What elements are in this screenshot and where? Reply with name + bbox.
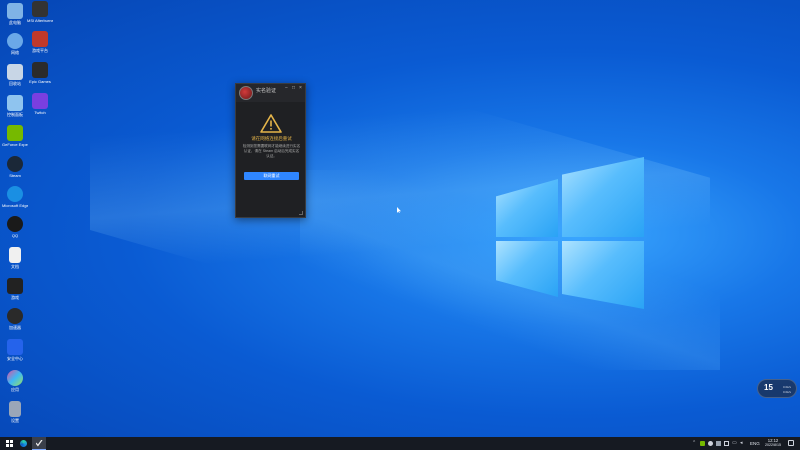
desktop-icon-game-platform[interactable]: 游戏平台 xyxy=(27,31,53,53)
resize-grip[interactable] xyxy=(299,211,303,215)
mouse-cursor xyxy=(397,207,401,213)
edge-icon xyxy=(19,440,27,447)
dialog-title-bar[interactable]: 实名验证 − □ × xyxy=(236,84,305,102)
desktop-icon-label: 网络 xyxy=(11,50,19,55)
maximize-icon[interactable]: □ xyxy=(292,86,295,91)
desktop-icon-label: 设置 xyxy=(11,418,19,423)
chevron-up-icon[interactable]: ⌃ xyxy=(692,441,697,446)
app-tray-icon[interactable] xyxy=(716,441,721,446)
widget-number: 15 xyxy=(764,383,773,392)
control-panel-icon xyxy=(7,95,23,111)
windows-logo-pane xyxy=(562,157,644,237)
clock-date[interactable]: 2022/8/15 xyxy=(762,443,784,448)
windows-logo-pane xyxy=(496,241,558,297)
desktop-icon-network[interactable]: 网络 xyxy=(2,33,28,55)
desktop-icon-document[interactable]: 文档 xyxy=(2,247,28,269)
input-method-indicator[interactable]: ENG xyxy=(750,441,760,446)
desktop-icon-label: Microsoft Edge xyxy=(2,203,28,208)
app-check-icon xyxy=(35,439,43,447)
notification-icon[interactable] xyxy=(788,440,794,446)
widget-upload-speed: 0.0k/s xyxy=(783,385,792,389)
warning-icon xyxy=(260,114,282,133)
dialog-message: 检测到您需要联网才能继续进行实名认证，请在 Steam 启动后完成实名认证。 xyxy=(242,144,301,159)
windows-logo xyxy=(496,157,644,309)
widget-download-speed: 0.0k/s xyxy=(783,390,792,394)
windows-logo-pane xyxy=(496,179,558,237)
desktop-icon-label: GeForce Experience xyxy=(2,142,28,147)
nvidia-icon xyxy=(7,125,23,141)
colorful-app-icon xyxy=(7,370,23,386)
accelerator-icon xyxy=(7,308,23,324)
afterburner-icon xyxy=(32,1,48,17)
nvidia-tray-icon[interactable] xyxy=(700,441,705,446)
desktop-icon-accelerator[interactable]: 加速器 xyxy=(2,308,28,330)
desktop-icon-security[interactable]: 安全中心 xyxy=(2,339,28,361)
network-speed-widget[interactable]: 15 0.0k/s 0.0k/s xyxy=(757,379,797,398)
retry-button[interactable]: 联网重试 xyxy=(244,172,299,180)
desktop-icon-geforce[interactable]: GeForce Experience xyxy=(2,125,28,147)
computer-icon xyxy=(7,3,23,19)
desktop-icon-steam[interactable]: Steam xyxy=(2,156,28,178)
dialog-heading: 请在网络连接后重试 xyxy=(251,136,292,141)
desktop-icon-label: 安全中心 xyxy=(7,356,23,361)
verification-dialog: 实名验证 − □ × 请在网络连接后重试 检测到您需要联网才能继续进行实名认证，… xyxy=(235,83,306,218)
desktop-icon-afterburner[interactable]: MSI Afterburner xyxy=(27,1,53,23)
network-icon xyxy=(7,33,23,49)
desktop-icon-label: Twitch xyxy=(34,110,46,115)
desktop-icon-label: Steam xyxy=(9,173,21,178)
settings-app-icon xyxy=(9,401,21,417)
taskbar-edge[interactable] xyxy=(17,437,29,450)
recycle-bin-icon xyxy=(7,64,23,80)
game-platform-icon xyxy=(32,31,48,47)
battery-icon[interactable]: ▭ xyxy=(732,441,737,446)
steam-tray-icon[interactable] xyxy=(708,441,713,446)
desktop-icon-app[interactable]: 应用 xyxy=(2,370,28,392)
game-icon xyxy=(7,278,23,294)
taskbar-active-app[interactable] xyxy=(32,437,46,450)
desktop-icon-label: 此电脑 xyxy=(9,20,21,25)
epic-icon xyxy=(32,62,48,78)
desktop-icon-epic[interactable]: Epic Games xyxy=(27,62,53,84)
desktop-icon-label: 回收站 xyxy=(9,81,21,86)
desktop-icon-label: 控制面板 xyxy=(7,112,23,117)
desktop-icon-label: QQ xyxy=(11,233,19,238)
desktop-icon-game[interactable]: 游戏 xyxy=(2,278,28,300)
close-icon[interactable]: × xyxy=(299,86,302,91)
document-icon xyxy=(9,247,21,263)
desktop-icon-label: 加速器 xyxy=(9,325,21,330)
desktop-icon-recycle-bin[interactable]: 回收站 xyxy=(2,64,28,86)
desktop-icon-settings-app[interactable]: 设置 xyxy=(2,401,28,423)
desktop-icon-computer[interactable]: 此电脑 xyxy=(2,3,28,25)
desktop-icon-twitch[interactable]: Twitch xyxy=(27,93,53,115)
desktop-icon-control-panel[interactable]: 控制面板 xyxy=(2,95,28,117)
volume-icon[interactable]: ◂ xyxy=(740,441,745,446)
desktop-icon-label: 游戏平台 xyxy=(32,48,48,53)
network-icon[interactable] xyxy=(724,441,729,446)
desktop-icon-edge[interactable]: Microsoft Edge xyxy=(2,186,28,208)
twitch-icon xyxy=(32,93,48,109)
desktop-icon-label: Epic Games xyxy=(29,79,51,84)
desktop-icon-label: MSI Afterburner xyxy=(27,18,53,23)
edge-icon xyxy=(7,186,23,202)
dialog-title: 实名验证 xyxy=(256,88,277,94)
windows-logo-pane xyxy=(562,241,644,309)
start-button[interactable] xyxy=(3,437,15,450)
desktop-icon-qq[interactable]: QQ xyxy=(2,216,28,238)
shield-icon xyxy=(7,339,23,355)
windows-start-icon xyxy=(5,440,13,447)
steam-icon xyxy=(7,156,23,172)
minimize-icon[interactable]: − xyxy=(285,86,288,91)
app-avatar-icon xyxy=(239,86,253,100)
qq-icon xyxy=(7,216,23,232)
taskbar: ⌃ ▭ ◂ ENG 12:12 2022/8/15 xyxy=(0,437,800,450)
desktop-icon-label: 游戏 xyxy=(11,295,19,300)
desktop-icon-label: 应用 xyxy=(11,387,19,392)
desktop-icon-label: 文档 xyxy=(11,264,19,269)
